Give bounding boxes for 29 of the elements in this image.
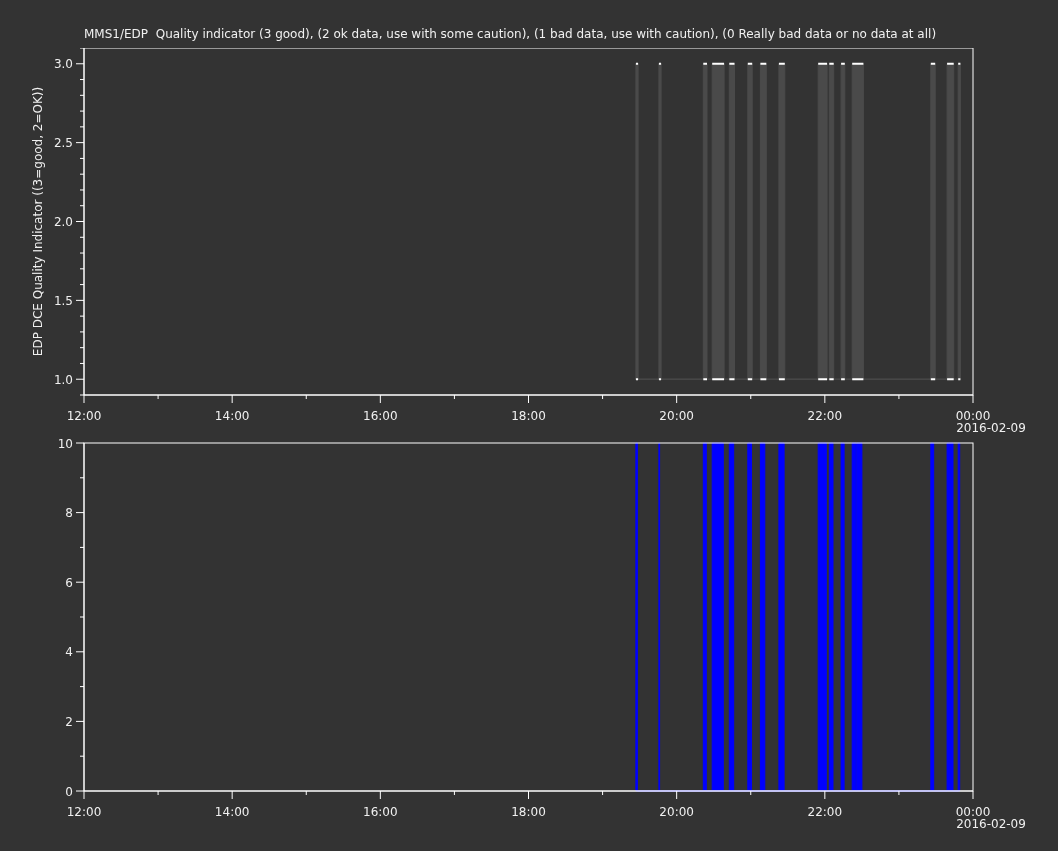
x-tick-label: 20:00 (659, 409, 694, 423)
x-tick-label: 12:00 (66, 805, 102, 819)
x-tick-label: 22:00 (807, 409, 843, 423)
x-tick-label: 16:00 (363, 805, 398, 819)
x-tick-label: 14:00 (214, 805, 250, 819)
y-tick-label: 10 (57, 436, 73, 451)
date-label: 2016-02-09 (956, 817, 1026, 831)
y-tick-label: 2.0 (53, 215, 73, 229)
y-tick-label: 1.5 (53, 293, 73, 308)
date-label: 2016-02-09 (956, 421, 1026, 435)
y-tick-label: 6 (65, 575, 73, 590)
chart-title: MMS1/EDP Quality indicator (3 good), (2 ok data, use with some caution), (1 bad data, use with caution), (0 Really bad data or no data at all) (83, 26, 938, 43)
y-axis-title: EDP DCE Quality Indicator ((3=good, 2=OK)) (31, 86, 45, 357)
x-tick-label: 14:00 (214, 409, 250, 423)
x-tick-label: 22:00 (807, 805, 843, 819)
x-tick-label: 00:00 (955, 409, 991, 423)
x-tick-label: 20:00 (659, 805, 694, 819)
y-tick-label: 3.0 (53, 57, 73, 72)
x-tick-label: 00:00 (955, 805, 991, 819)
y-tick-label: 8 (65, 506, 73, 521)
x-tick-label: 18:00 (511, 805, 546, 819)
x-tick-label: 18:00 (511, 409, 546, 423)
x-tick-label: 12:00 (66, 409, 102, 423)
y-tick-label: 4 (65, 645, 73, 660)
y-tick-label: 2.5 (53, 136, 73, 151)
y-tick-label: 0 (65, 784, 73, 799)
x-tick-label: 16:00 (363, 409, 398, 423)
y-tick-label: 1.0 (53, 372, 73, 387)
y-tick-label: 2 (65, 714, 73, 729)
